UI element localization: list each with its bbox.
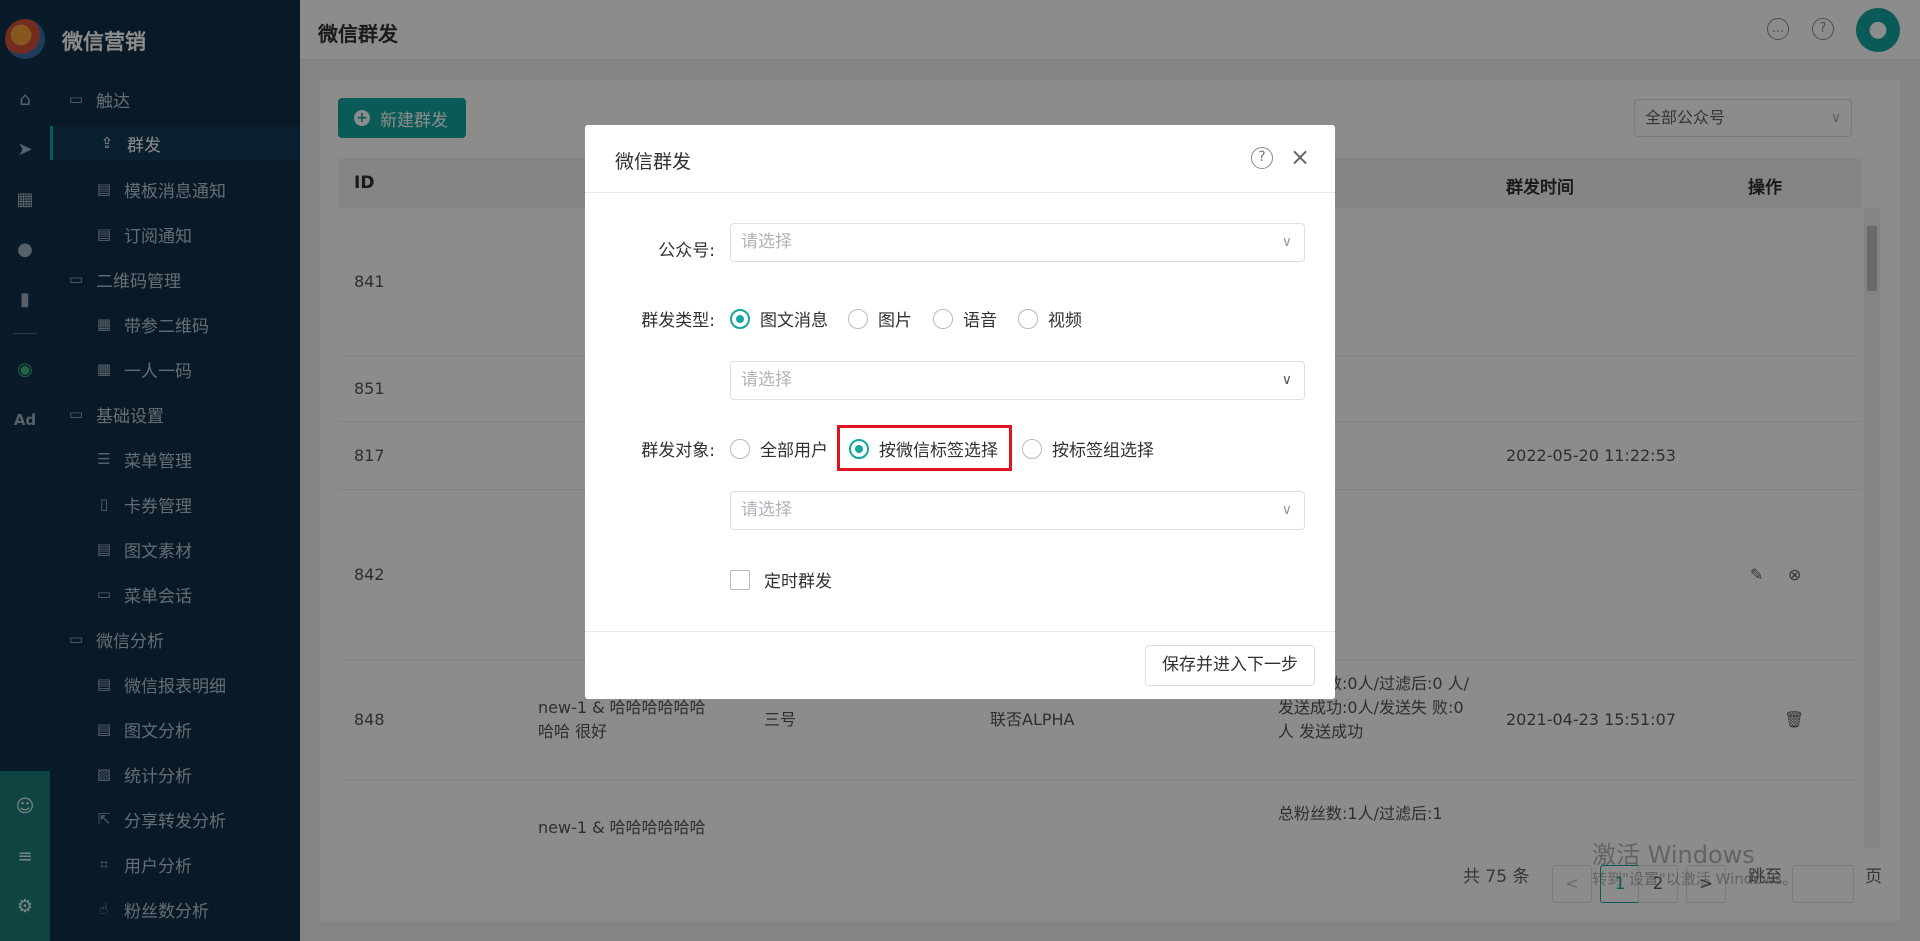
highlight-box — [837, 425, 1012, 471]
radio-indicator — [848, 308, 868, 329]
chevron-down-icon: ∨ — [1281, 372, 1292, 388]
radio-indicator — [933, 308, 953, 329]
radio-indicator — [1018, 308, 1038, 329]
mass-send-dialog: 微信群发 ? × 公众号: 请选择 ∨ 群发类型: 图文消息 图片 语音 视频 … — [585, 125, 1335, 699]
radio-label: 视频 — [1048, 311, 1082, 331]
chevron-down-icon: ∨ — [1281, 234, 1292, 250]
target-label: 群发对象: — [641, 441, 715, 461]
content-select[interactable]: 请选择 ∨ — [730, 361, 1305, 400]
save-next-button[interactable]: 保存并进入下一步 — [1145, 645, 1315, 686]
radio-type-video[interactable]: 视频 — [1018, 306, 1082, 331]
radio-indicator — [1022, 438, 1042, 459]
radio-label: 全部用户 — [760, 441, 828, 461]
radio-label: 图文消息 — [760, 311, 828, 331]
radio-label: 图片 — [878, 311, 912, 331]
tag-select[interactable]: 请选择 ∨ — [730, 491, 1305, 530]
account-select[interactable]: 请选择 ∨ — [730, 223, 1305, 262]
tag-select-placeholder: 请选择 — [741, 500, 792, 520]
chevron-down-icon: ∨ — [1281, 502, 1292, 518]
help-icon[interactable]: ? — [1251, 147, 1273, 169]
radio-indicator — [730, 308, 750, 329]
radio-indicator — [730, 438, 750, 459]
schedule-checkbox[interactable]: 定时群发 — [730, 567, 832, 592]
close-icon[interactable]: × — [1290, 143, 1310, 171]
dialog-footer-divider — [585, 631, 1335, 632]
account-select-placeholder: 请选择 — [741, 232, 792, 252]
radio-target-all[interactable]: 全部用户 — [730, 436, 828, 461]
radio-label: 语音 — [963, 311, 997, 331]
content-select-placeholder: 请选择 — [741, 370, 792, 390]
dialog-title: 微信群发 — [615, 151, 692, 173]
radio-target-tag-group[interactable]: 按标签组选择 — [1022, 436, 1154, 461]
dialog-header: 微信群发 ? × — [585, 125, 1335, 193]
radio-type-article[interactable]: 图文消息 — [730, 306, 828, 331]
type-label: 群发类型: — [641, 311, 715, 331]
radio-label: 按标签组选择 — [1052, 441, 1154, 461]
schedule-label: 定时群发 — [764, 572, 832, 592]
checkbox-indicator — [730, 569, 750, 590]
radio-type-voice[interactable]: 语音 — [933, 306, 997, 331]
radio-type-image[interactable]: 图片 — [848, 306, 912, 331]
account-label: 公众号: — [658, 241, 715, 261]
